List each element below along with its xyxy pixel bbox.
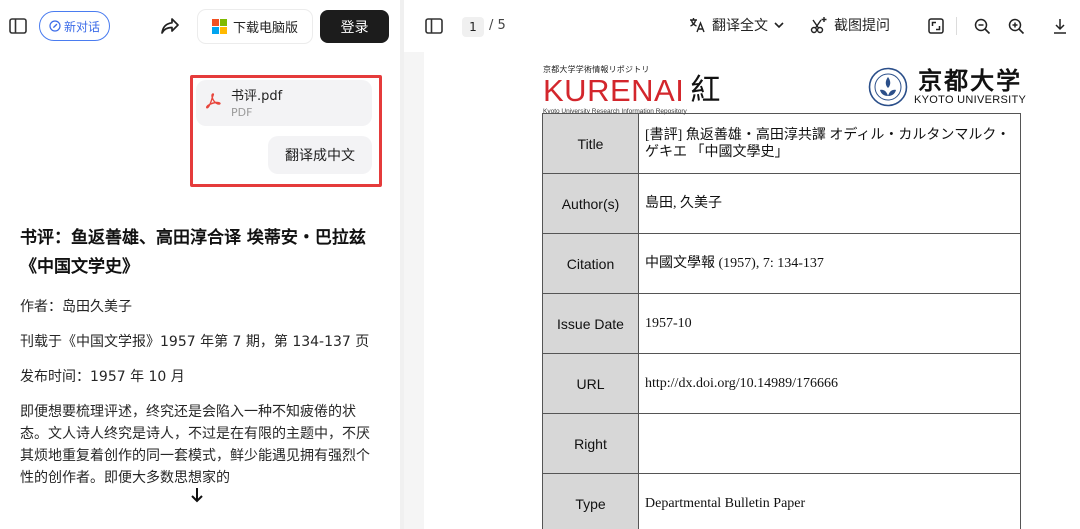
answer-title: 书评：鱼返善雄、高田淳合译 埃蒂安・巴拉兹《中国文学史》: [20, 228, 366, 277]
metadata-value: 1957-10: [638, 293, 1021, 354]
metadata-row: Issue Date 1957-10: [542, 293, 1021, 354]
answer-published-in: 刊载于《中国文学报》1957 年第 7 期，第 134-137 页: [20, 334, 370, 350]
university-name-kanji: 京都大学: [918, 66, 1023, 95]
thumbnail-sidebar-icon[interactable]: [424, 17, 444, 35]
share-arrow-icon[interactable]: [159, 15, 181, 37]
metadata-label: Citation: [542, 233, 639, 294]
metadata-value: [638, 413, 1021, 474]
metadata-label: Title: [542, 113, 639, 174]
metadata-value: 中國文學報 (1957), 7: 134-137: [638, 233, 1021, 294]
edit-icon: [49, 20, 61, 32]
login-button[interactable]: 登录: [320, 10, 389, 43]
metadata-value: [書評] 魚返善雄・高田淳共譯 オディル・カルタンマルク・ゲキエ 「中國文學史」: [638, 113, 1021, 174]
answer-body: 即便想要梳理评述，终究还是会陷入一种不知疲倦的状态。文人诗人终究是诗人，不过是在…: [20, 404, 370, 486]
metadata-label: Issue Date: [542, 293, 639, 354]
answer-release-date: 发布时间：1957 年 10 月: [20, 369, 185, 385]
chat-topbar: 新对话 下载电脑版 登录: [0, 0, 400, 54]
file-type: PDF: [231, 106, 253, 119]
metadata-row: Type Departmental Bulletin Paper: [542, 473, 1021, 529]
metadata-value: http://dx.doi.org/10.14989/176666: [638, 353, 1021, 414]
fit-page-icon[interactable]: [926, 16, 946, 36]
scroll-down-icon[interactable]: [186, 484, 208, 506]
metadata-table: Title [書評] 魚返善雄・高田淳共譯 オディル・カルタンマルク・ゲキエ 「中…: [542, 113, 1021, 529]
zoom-out-icon[interactable]: [972, 16, 992, 36]
toolbar-separator: [956, 17, 957, 35]
metadata-value: 島田, 久美子: [638, 173, 1021, 234]
scissors-icon: [810, 17, 827, 34]
zoom-in-icon[interactable]: [1006, 16, 1026, 36]
pdf-viewer: 1 / 5 翻译全文 截图提问 京都大学学術情報リポジトリ KURENAI 紅 …: [404, 0, 1080, 529]
kurenai-logo: 京都大学学術情報リポジトリ KURENAI 紅 Kyoto University…: [543, 64, 720, 115]
sidebar-toggle-icon[interactable]: [8, 16, 28, 36]
answer-author: 作者：岛田久美子: [20, 299, 132, 315]
metadata-value: Departmental Bulletin Paper: [638, 473, 1021, 529]
screenshot-ask-button[interactable]: 截图提问: [810, 15, 890, 35]
repo-name: KURENAI: [543, 73, 685, 108]
metadata-row: Citation 中國文學報 (1957), 7: 134-137: [542, 233, 1021, 294]
university-emblem-icon: [868, 67, 908, 107]
kyoto-university-logo: 京都大学 KYOTO UNIVERSITY: [868, 67, 1026, 107]
chevron-down-icon: [774, 22, 784, 29]
translate-full-button[interactable]: 翻译全文: [688, 15, 784, 35]
metadata-row: Title [書評] 魚返善雄・高田淳共譯 オディル・カルタンマルク・ゲキエ 「中…: [542, 113, 1021, 174]
metadata-row: Author(s) 島田, 久美子: [542, 173, 1021, 234]
download-desktop-button[interactable]: 下载电脑版: [198, 10, 312, 43]
pdf-file-icon: [204, 92, 222, 114]
metadata-label: Type: [542, 473, 639, 529]
user-message-bubble: 翻译成中文: [268, 136, 372, 174]
metadata-label: URL: [542, 353, 639, 414]
metadata-label: Right: [542, 413, 639, 474]
translate-full-label: 翻译全文: [712, 18, 768, 34]
current-page-input[interactable]: 1: [462, 17, 484, 37]
pdf-toolbar: 1 / 5 翻译全文 截图提问: [404, 0, 1080, 52]
screenshot-ask-label: 截图提问: [834, 18, 890, 34]
file-name: 书评.pdf: [231, 89, 283, 104]
pdf-page: 京都大学学術情報リポジトリ KURENAI 紅 Kyoto University…: [424, 52, 1080, 529]
assistant-answer: 书评：鱼返善雄、高田淳合译 埃蒂安・巴拉兹《中国文学史》 作者：岛田久美子 刊载…: [20, 224, 372, 489]
chat-pane: 新对话 下载电脑版 登录 书评.pdf PDF 翻译成中文 书评：鱼返善雄、高田…: [0, 0, 400, 529]
windows-logo-icon: [211, 19, 227, 34]
download-desktop-label: 下载电脑版: [232, 21, 298, 36]
metadata-row: Right: [542, 413, 1021, 474]
metadata-row: URL http://dx.doi.org/10.14989/176666: [542, 353, 1021, 414]
university-name-english: KYOTO UNIVERSITY: [914, 94, 1027, 106]
total-pages: / 5: [489, 18, 506, 33]
new-chat-button[interactable]: 新对话: [39, 11, 110, 41]
new-chat-label: 新对话: [63, 19, 100, 34]
repo-kanji: 紅: [690, 73, 721, 108]
download-icon[interactable]: [1050, 16, 1070, 36]
attached-file-card[interactable]: 书评.pdf PDF: [196, 80, 372, 126]
metadata-label: Author(s): [542, 173, 639, 234]
translate-icon: [690, 18, 705, 33]
